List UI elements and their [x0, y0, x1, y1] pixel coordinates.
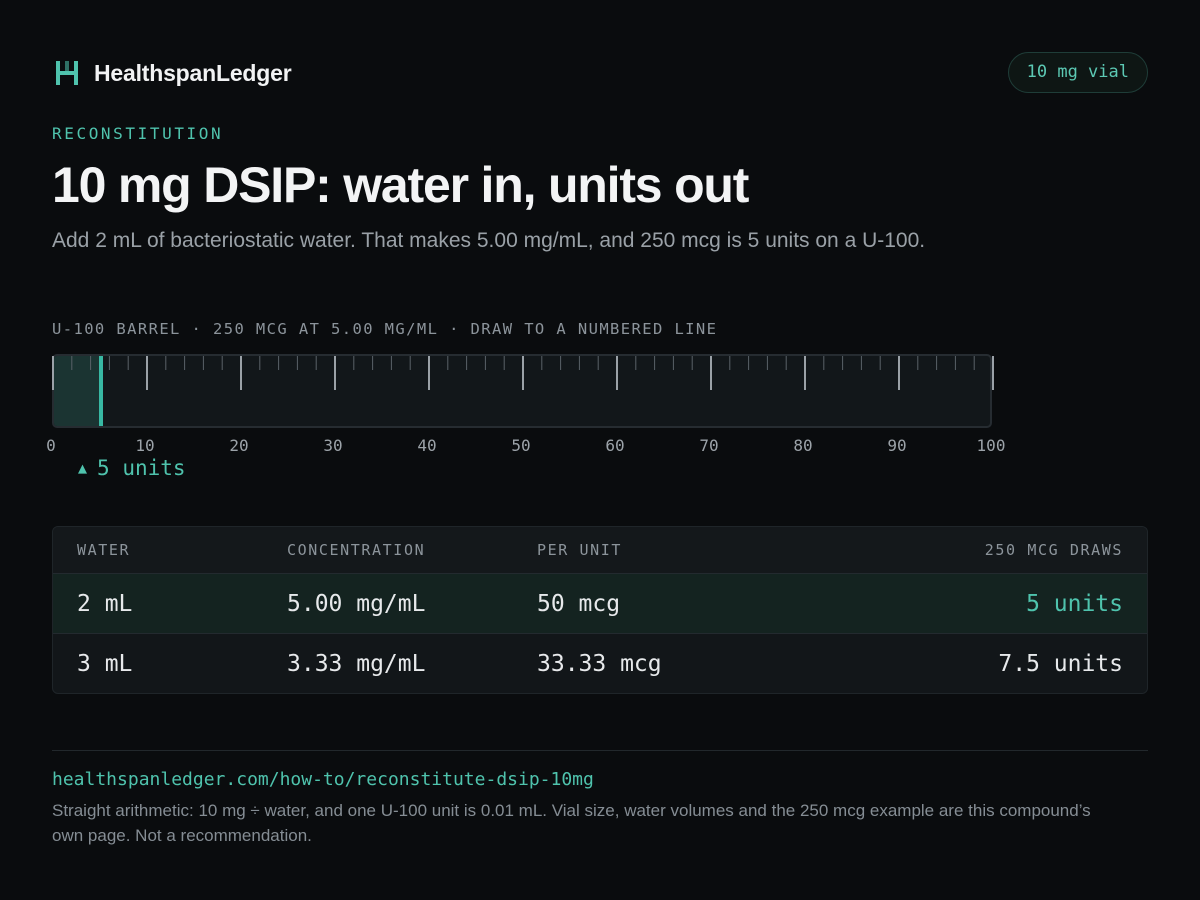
- page-subtitle: Add 2 mL of bacteriostatic water. That m…: [52, 229, 926, 252]
- vial-size-badge: 10 mg vial: [1007, 52, 1148, 93]
- cell-per-unit: 33.33 mcg: [537, 650, 662, 677]
- cell-draws: 7.5 units: [998, 650, 1123, 677]
- draw-marker-label: 5 units: [97, 456, 186, 480]
- syringe-tick-label: 70: [699, 436, 719, 455]
- syringe-ticks: [52, 356, 994, 390]
- syringe-tick-labels: 0 10 20 30 40 50 60 70 80 90 100: [46, 436, 1005, 456]
- cell-concentration: 3.33 mg/mL: [287, 650, 426, 677]
- syringe-tick-label: 10: [135, 436, 155, 455]
- cell-water: 2 mL: [77, 590, 133, 617]
- dilution-table: WATER CONCENTRATION PER UNIT 250 MCG DRA…: [52, 526, 1148, 694]
- brand[interactable]: HealthspanLedger: [52, 58, 292, 88]
- footer-divider: [52, 750, 1148, 751]
- syringe-tick-label: 60: [605, 436, 625, 455]
- page-title: 10 mg DSIP: water in, units out: [52, 157, 749, 213]
- syringe-tick-label: 80: [793, 436, 813, 455]
- header-draws: 250 MCG DRAWS: [984, 541, 1123, 559]
- syringe-tick-label: 30: [323, 436, 343, 455]
- syringe-tick-label: 40: [417, 436, 437, 455]
- footer-note: Straight arithmetic: 10 mg ÷ water, and …: [52, 801, 1091, 845]
- syringe-caption: U-100 BARREL · 250 MCG AT 5.00 MG/ML · D…: [52, 320, 718, 338]
- draw-marker: ▲ 5 units: [78, 456, 186, 480]
- syringe-tick-label: 100: [976, 436, 1006, 455]
- table-row: 2 mL 5.00 mg/mL 50 mcg 5 units: [53, 573, 1147, 633]
- syringe-tick-label: 90: [887, 436, 907, 455]
- eyebrow-label: RECONSTITUTION: [52, 124, 224, 143]
- syringe-tick-label: 50: [511, 436, 531, 455]
- header-concentration: CONCENTRATION: [287, 541, 426, 559]
- brand-name: HealthspanLedger: [94, 59, 292, 86]
- header-water: WATER: [77, 541, 131, 559]
- table-row: 3 mL 3.33 mg/mL 33.33 mcg 7.5 units: [53, 633, 1147, 693]
- cell-draws: 5 units: [1026, 590, 1123, 617]
- cell-per-unit: 50 mcg: [537, 590, 621, 617]
- header: HealthspanLedger 10 mg vial: [52, 52, 1148, 94]
- footer-url-link[interactable]: healthspanledger.com/how-to/reconstitute…: [52, 769, 594, 790]
- syringe-tick-label: 20: [229, 436, 249, 455]
- cell-water: 3 mL: [77, 650, 133, 677]
- table-header-row: WATER CONCENTRATION PER UNIT 250 MCG DRA…: [53, 527, 1147, 573]
- header-per-unit: PER UNIT: [537, 541, 623, 559]
- cell-concentration: 5.00 mg/mL: [287, 590, 426, 617]
- syringe-tick-label: 0: [46, 436, 56, 455]
- ledger-logo-icon: [56, 61, 78, 85]
- triangle-up-icon: ▲: [78, 459, 88, 477]
